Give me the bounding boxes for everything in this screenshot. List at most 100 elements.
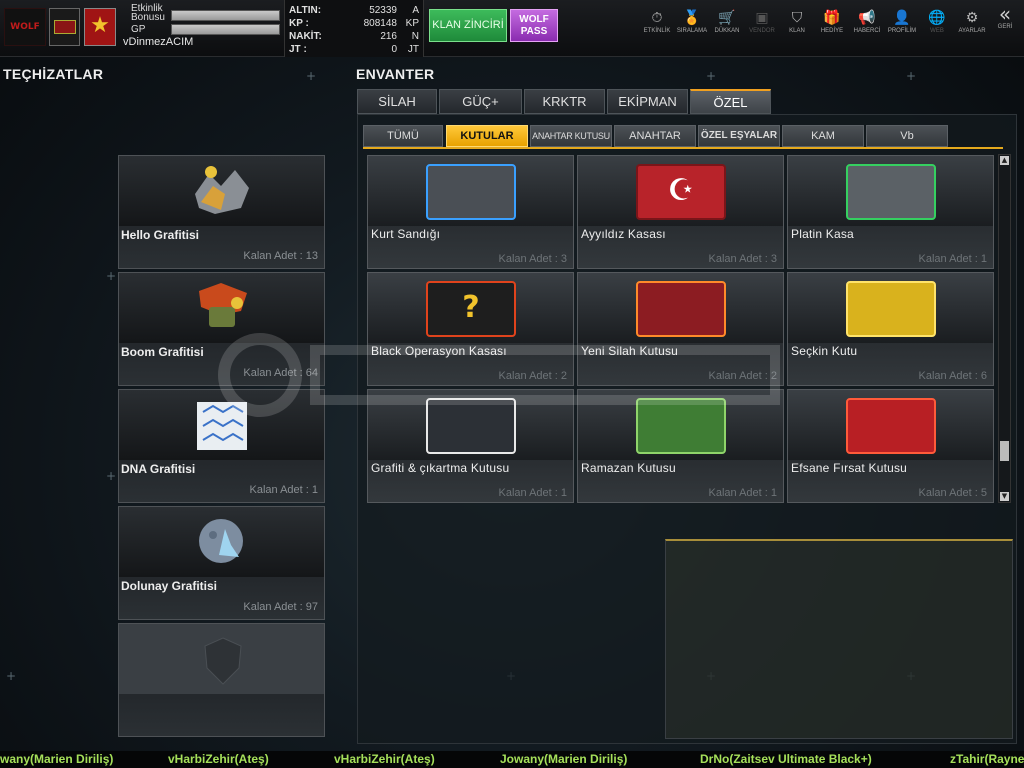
inventory-item-platin-kasa[interactable]: Platin Kasa Kalan Adet : 1: [787, 155, 994, 269]
stopwatch-icon: ⏱: [651, 10, 663, 26]
equipment-slot-empty[interactable]: [118, 623, 325, 737]
tab-silah[interactable]: SİLAH: [357, 89, 437, 114]
nav-vendor[interactable]: ▣ VENDOR: [742, 10, 782, 40]
item-detail-panel: [665, 539, 1013, 739]
cart-icon: 🛒: [718, 10, 736, 26]
currency-nakit: NAKİT: 216 N: [289, 31, 419, 42]
tab-guc[interactable]: GÜÇ+: [439, 89, 522, 114]
tab-ekipman[interactable]: EKİPMAN: [607, 89, 688, 114]
decor-plus: +: [706, 69, 717, 83]
equipment-slot-1[interactable]: Hello Grafitisi Kalan Adet : 13: [118, 155, 325, 269]
item-name: Ayyıldız Kasası: [581, 227, 666, 241]
crate-icon: [426, 164, 516, 220]
crate-icon: [846, 281, 936, 337]
currency-panel: ALTIN: 52339 A KP :808148 KP NAKİT: 216 N JT …: [284, 0, 424, 57]
inventory-scrollbar[interactable]: ▲ ▼: [998, 154, 1011, 503]
nav-profilim[interactable]: 👤 PROFİLİM: [882, 10, 922, 40]
equipment-name: DNA Grafitisi: [121, 462, 196, 476]
nav-web[interactable]: 🌐 WEB: [917, 10, 957, 40]
crescent-star-icon: ☪: [636, 164, 726, 220]
empty-slot: [119, 624, 324, 694]
item-thumbnail: [788, 156, 993, 226]
gp-bar: [171, 24, 280, 35]
inventory-item-kurt-sandigi[interactable]: Kurt Sandığı Kalan Adet : 3: [367, 155, 574, 269]
item-name: Efsane Fırsat Kutusu: [791, 461, 908, 475]
inventory-item-efsane-firsat-kutusu[interactable]: Efsane Fırsat Kutusu Kalan Adet : 5: [787, 389, 994, 503]
game-logo: WOLF: [4, 8, 46, 46]
empty-shield-icon: [204, 637, 242, 685]
globe-icon: 🌐: [928, 10, 946, 26]
tab-ozel[interactable]: ÖZEL: [690, 89, 771, 114]
equipment-count: Kalan Adet : 13: [243, 250, 318, 262]
scroll-down-icon[interactable]: ▼: [1000, 492, 1009, 501]
item-thumbnail: ☪: [578, 156, 783, 226]
item-name: Seçkin Kutu: [791, 344, 858, 358]
inventory-item-seckin-kutu[interactable]: Seçkin Kutu Kalan Adet : 6: [787, 272, 994, 386]
subtab-tumu[interactable]: TÜMÜ: [363, 125, 443, 147]
decor-plus: +: [6, 669, 17, 683]
nav-dukkan[interactable]: 🛒 DÜKKAN: [707, 10, 747, 40]
nav-ayarlar[interactable]: ⚙ AYARLAR: [952, 10, 992, 40]
watermark-logo: [218, 333, 780, 417]
nav-etkinlik[interactable]: ⏱ ETKİNLİK: [637, 10, 677, 40]
top-bar: WOLF ★ Etkinlik Bonusu GP vDinmezACIM AL…: [0, 0, 1024, 57]
moon-graffiti-icon: [199, 519, 243, 563]
item-count: Kalan Adet : 3: [708, 253, 778, 265]
shield-icon: ⛉: [791, 10, 803, 26]
inventory-item-ayyildiz-kasasi[interactable]: ☪ Ayyıldız Kasası Kalan Adet : 3: [577, 155, 784, 269]
item-name: Kurt Sandığı: [371, 227, 441, 241]
crate-icon: [636, 281, 726, 337]
ticker-entry: zTahir(Rayne): [950, 752, 1024, 766]
item-count: Kalan Adet : 3: [498, 253, 568, 265]
equipment-name: Dolunay Grafitisi: [121, 579, 218, 593]
nav-geri[interactable]: «GERİ: [987, 2, 1023, 36]
subtab-anahtar[interactable]: ANAHTAR: [614, 125, 696, 147]
hello-graffiti-icon: [195, 166, 249, 214]
equipment-name: Boom Grafitisi: [121, 345, 204, 359]
equipment-thumbnail: [119, 507, 324, 577]
item-thumbnail: [788, 390, 993, 460]
boom-graffiti-icon: [199, 283, 247, 327]
ticker-entry: DrNo(Zaitsev Ultimate Black+): [700, 752, 872, 766]
scroll-thumb[interactable]: [1000, 441, 1009, 461]
tab-krktr[interactable]: KRKTR: [524, 89, 605, 114]
nav-klan[interactable]: ⛉ KLAN: [777, 10, 817, 40]
wolf-pass-button[interactable]: WOLF PASS: [510, 9, 558, 42]
equipment-thumbnail: [119, 156, 324, 226]
subtab-kam[interactable]: KAM: [782, 125, 864, 147]
decor-plus: +: [106, 469, 117, 483]
crate-icon: [846, 398, 936, 454]
item-thumbnail: [368, 156, 573, 226]
decor-plus: +: [306, 69, 317, 83]
item-name: Grafiti & çıkartma Kutusu: [371, 461, 510, 475]
gear-icon: ⚙: [965, 10, 979, 26]
ticker-entry: Jowany(Marien Diriliş): [500, 752, 628, 766]
nav-haberci[interactable]: 📢 HABERCİ: [847, 10, 887, 40]
question-crate-icon: ?: [426, 281, 516, 337]
player-ticker: Jowany(Marien Diriliş) vHarbiZehir(Ateş)…: [0, 751, 1024, 768]
equipment-count: Kalan Adet : 1: [249, 484, 319, 496]
equipment-count: Kalan Adet : 97: [243, 601, 318, 613]
equipment-slot-4[interactable]: Dolunay Grafitisi Kalan Adet : 97: [118, 506, 325, 620]
decor-plus: +: [906, 69, 917, 83]
equipment-name: Hello Grafitisi: [121, 228, 200, 242]
scroll-up-icon[interactable]: ▲: [1000, 156, 1009, 165]
subtab-anahtar-kutusu[interactable]: ANAHTAR KUTUSU: [530, 125, 612, 147]
back-icon: «: [998, 2, 1012, 26]
ticker-entry: vHarbiZehir(Ateş): [168, 752, 269, 766]
clan-emblem-icon[interactable]: [49, 8, 80, 46]
subtab-vb[interactable]: Vb: [866, 125, 948, 147]
nav-siralama[interactable]: 🏅 SIRALAMA: [672, 10, 712, 40]
item-count: Kalan Adet : 1: [498, 487, 568, 499]
item-name: Ramazan Kutusu: [581, 461, 676, 475]
medal-icon: 🏅: [683, 10, 701, 26]
subtab-ozel-esyalar[interactable]: ÖZEL EŞYALAR: [698, 125, 780, 147]
item-thumbnail: [788, 273, 993, 343]
subtab-kutular[interactable]: KUTULAR: [446, 125, 528, 147]
klan-zinciri-button[interactable]: KLAN ZİNCİRİ: [429, 9, 507, 42]
decor-plus: +: [106, 269, 117, 283]
gift-icon: 🎁: [823, 10, 841, 26]
megaphone-icon: 📢: [858, 10, 876, 26]
nav-hediye[interactable]: 🎁 HEDİYE: [812, 10, 852, 40]
ticker-entry: Jowany(Marien Diriliş): [0, 752, 114, 766]
